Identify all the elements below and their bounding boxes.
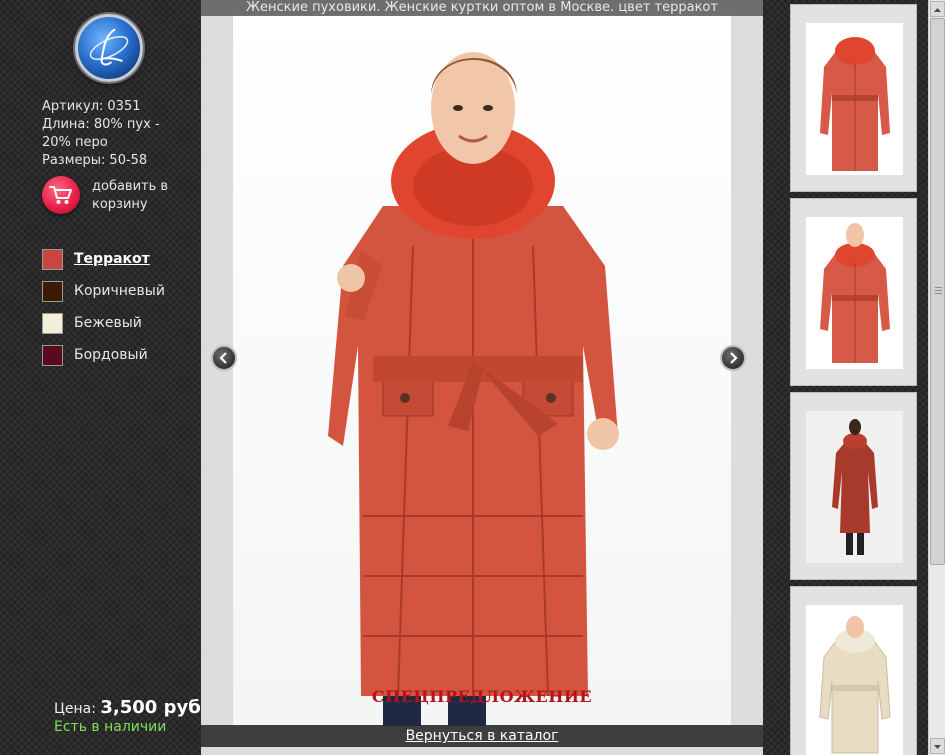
back-bar: Вернуться в каталог [201,725,763,747]
product-info: Артикул: 0351 Длина: 80% пух - 20% перо Р… [42,98,182,170]
price-value: 3,500 руб. [100,697,208,718]
thumbnail-beige-view[interactable] [790,586,917,755]
thumbnail-image [820,223,890,363]
thumbnail-front-view[interactable] [790,198,917,386]
price: Цена: 3,500 руб. [54,697,208,718]
chevron-left-icon [219,352,227,364]
color-name: Коричневый [74,283,165,299]
special-offer-label: СПЕЦПРЕДЛОЖЕНИЕ [371,687,593,706]
add-to-cart-button[interactable]: добавить в корзину [42,176,192,216]
scroll-up-button[interactable] [930,1,945,17]
add-to-cart-label: добавить в корзину [92,179,169,212]
color-option-terracotta[interactable]: Терракот [42,249,192,281]
page-title: Женские пуховики. Женские куртки оптом в… [201,0,763,16]
thumbnail-full-view[interactable] [790,392,917,580]
article-label: Артикул: [42,99,104,114]
color-swatch [42,281,63,302]
color-swatch [42,313,63,334]
vertical-scrollbar[interactable] [928,0,945,755]
back-to-catalog-link[interactable]: Вернуться в каталог [406,728,559,744]
length-info: Длина: 80% пух - 20% перо [42,117,160,150]
sizes-label: Размеры: [42,153,106,168]
prev-image-button[interactable] [211,345,237,371]
brand-logo-icon [89,28,129,66]
chevron-right-icon [730,352,738,364]
scroll-down-button[interactable] [930,738,945,754]
brand-logo[interactable] [75,14,143,82]
thumbnail-image [832,419,878,555]
price-label: Цена: [54,701,96,717]
color-name: Бордовый [74,347,148,363]
thumbnail-image [819,616,891,754]
color-option-beige[interactable]: Бежевый [42,313,192,345]
stock-status: Есть в наличии [54,719,167,735]
arrow-down-icon [934,745,941,749]
sizes-value: 50-58 [109,153,148,168]
shopping-cart-icon [42,176,80,214]
color-option-brown[interactable]: Коричневый [42,281,192,313]
scrollbar-thumb[interactable] [930,18,945,565]
arrow-up-icon [934,8,941,12]
color-name: Терракот [74,251,150,267]
thumbnail-back-view[interactable] [790,4,917,192]
article-row: Артикул: 0351 [42,98,182,116]
image-viewer: Женские пуховики. Женские куртки оптом в… [201,0,763,755]
color-name: Бежевый [74,315,142,331]
article-value: 0351 [107,99,141,114]
color-swatch [42,249,63,270]
thumbnail-image [820,37,890,171]
next-image-button[interactable] [720,345,746,371]
color-list: Терракот Коричневый Бежевый Бордовый [42,249,192,377]
color-swatch [42,345,63,366]
product-photo [328,52,619,726]
color-option-burgundy[interactable]: Бордовый [42,345,192,377]
sizes-row: Размеры: 50-58 [42,152,182,170]
